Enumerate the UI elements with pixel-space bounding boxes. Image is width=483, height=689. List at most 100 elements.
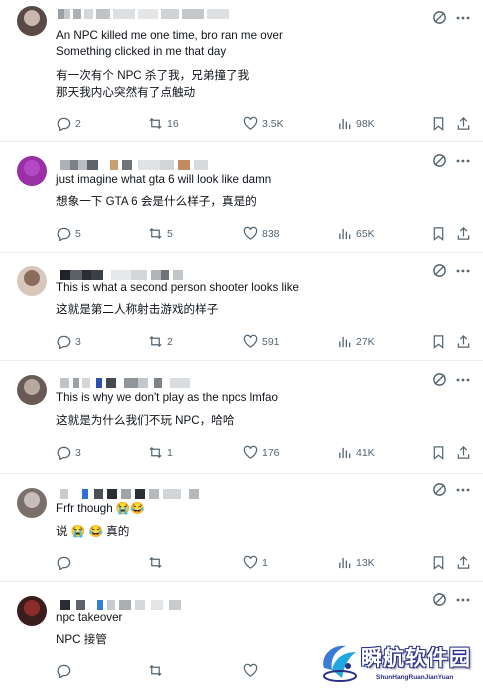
action-bar: 5 5 838 65K [0,226,483,242]
repost-button[interactable]: 16 [148,116,179,131]
like-count: 3.5K [262,117,284,130]
view-count: 41K [356,446,375,459]
share-button[interactable] [456,555,471,575]
post-text-en: This is what a second person shooter loo… [56,281,299,294]
grok-icon[interactable] [432,10,447,25]
avatar[interactable] [17,375,47,405]
reply-button[interactable]: 3 [56,445,81,460]
views-icon [339,228,351,240]
post-3[interactable]: This is what a second person shooter loo… [0,253,483,361]
post-text-cn: 有一次有个 NPC 杀了我，兄弟撞了我 [56,69,250,82]
post-text-cn: 想象一下 GTA 6 会是什么样子，真是的 [56,195,257,208]
post-2[interactable]: just imagine what gta 6 will look like d… [0,142,483,253]
repost-button[interactable]: 5 [148,226,173,241]
heart-icon [243,445,258,459]
bookmark-button[interactable] [431,334,446,354]
repost-count: 1 [167,446,173,459]
share-button[interactable] [456,445,471,465]
like-button[interactable]: 1 [243,555,268,570]
more-icon[interactable] [455,593,471,607]
views-button[interactable]: 41K [337,445,375,460]
like-button[interactable]: 3.5K [243,116,284,131]
more-icon[interactable] [455,154,471,168]
views-icon [339,447,351,459]
grok-icon[interactable] [432,482,447,497]
bookmark-icon [433,556,444,570]
watermark: 瞬航软件园 ShunHangRuanJianYuan [318,636,478,688]
action-bar: 2 16 3.5K 98K [0,116,483,132]
reply-icon [57,335,71,349]
like-button[interactable]: 176 [243,445,280,460]
reply-button[interactable] [56,555,75,570]
share-button[interactable] [456,116,471,136]
repost-button[interactable] [148,555,167,570]
repost-count: 5 [167,227,173,240]
share-button[interactable] [456,226,471,246]
avatar[interactable] [17,488,47,518]
avatar[interactable] [17,266,47,296]
repost-button[interactable] [148,663,167,678]
redacted-username [60,159,208,171]
more-icon[interactable] [455,11,471,25]
reply-count: 3 [75,446,81,459]
view-count: 27K [356,335,375,348]
share-button[interactable] [456,334,471,354]
avatar[interactable] [17,6,47,36]
more-icon[interactable] [455,373,471,387]
reply-button[interactable] [56,663,75,678]
more-icon[interactable] [455,264,471,278]
view-count: 65K [356,227,375,240]
post-4[interactable]: This is why we don't play as the npcs lm… [0,361,483,474]
bookmark-button[interactable] [431,445,446,465]
bookmark-icon [433,335,444,349]
repost-icon [149,664,162,677]
grok-icon[interactable] [432,263,447,278]
share-icon [457,446,470,459]
repost-icon [149,117,162,130]
like-count: 591 [262,335,280,348]
post-1[interactable]: An NPC killed me one time, bro ran me ov… [0,0,483,142]
more-icon[interactable] [455,483,471,497]
repost-icon [149,227,162,240]
avatar[interactable] [17,596,47,626]
views-button[interactable]: 65K [337,226,375,241]
bookmark-button[interactable] [431,555,446,575]
post-text-en: Something clicked in me that day [56,45,227,58]
reply-count: 5 [75,227,81,240]
repost-icon [149,335,162,348]
grok-icon[interactable] [432,592,447,607]
reply-icon [57,446,71,460]
post-5[interactable]: Frfr though 😭😂 说 😭 😂 真的 1 13K [0,474,483,582]
reply-button[interactable]: 2 [56,116,81,131]
reply-icon [57,664,71,678]
bookmark-button[interactable] [431,226,446,246]
post-text-en: An NPC killed me one time, bro ran me ov… [56,29,283,42]
post-text-cn: 这就是第二人称射击游戏的样子 [56,303,219,316]
action-bar: 3 1 176 41K [0,445,483,461]
heart-icon [243,226,258,240]
grok-icon[interactable] [432,372,447,387]
bookmark-button[interactable] [431,116,446,136]
repost-button[interactable]: 2 [148,334,173,349]
reply-icon [57,556,71,570]
avatar[interactable] [17,156,47,186]
reply-button[interactable]: 3 [56,334,81,349]
views-button[interactable]: 13K [337,555,375,570]
reply-button[interactable]: 5 [56,226,81,241]
redacted-username [58,8,229,20]
post-text-en: npc takeover [56,611,123,624]
repost-button[interactable]: 1 [148,445,173,460]
heart-icon [243,663,258,677]
like-button[interactable] [243,663,262,678]
repost-icon [149,446,162,459]
grok-icon[interactable] [432,153,447,168]
like-button[interactable]: 838 [243,226,280,241]
like-button[interactable]: 591 [243,334,280,349]
reply-count: 3 [75,335,81,348]
views-button[interactable]: 98K [337,116,375,131]
post-text-cn: 这就是为什么我们不玩 NPC，哈哈 [56,414,235,427]
watermark-logo-icon [323,645,357,682]
views-button[interactable]: 27K [337,334,375,349]
like-count: 838 [262,227,280,240]
redacted-username [60,488,199,500]
